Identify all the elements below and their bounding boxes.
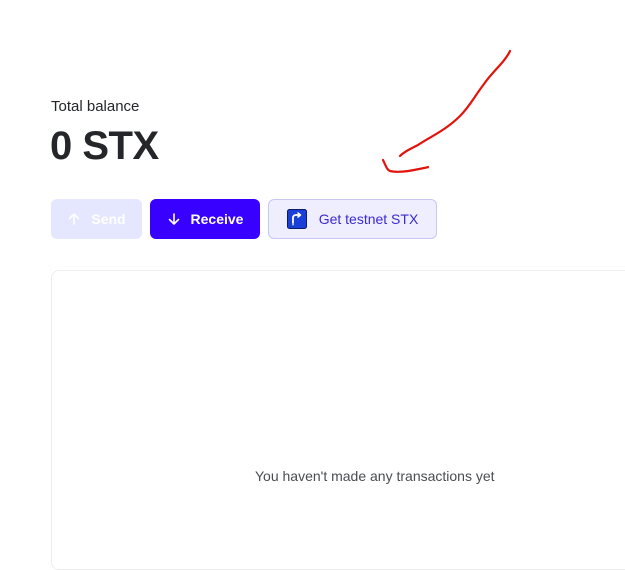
arrow-up-icon [67,212,81,226]
transactions-panel: You haven't made any transactions yet [51,270,625,570]
faucet-icon [286,209,307,229]
get-testnet-stx-button[interactable]: Get testnet STX [268,199,437,239]
send-button-label: Send [91,211,126,227]
arrow-down-icon [167,212,181,226]
receive-button-label: Receive [190,211,244,227]
receive-button[interactable]: Receive [150,199,260,239]
send-button[interactable]: Send [51,199,142,239]
empty-transactions-message: You haven't made any transactions yet [255,468,495,484]
get-testnet-stx-label: Get testnet STX [318,211,419,227]
total-balance-value: 0 STX [50,124,159,168]
total-balance-label: Total balance [51,98,140,115]
